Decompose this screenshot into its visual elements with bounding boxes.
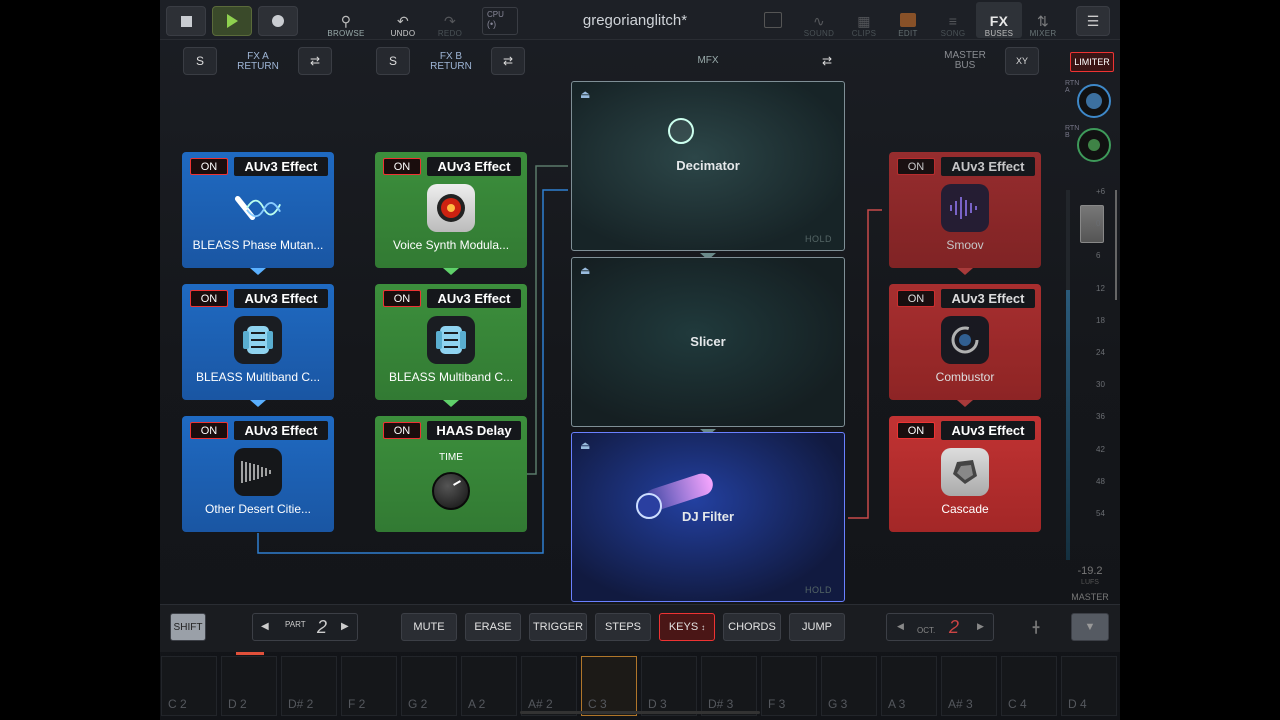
part-prev-button[interactable]: ◀ <box>261 621 269 632</box>
lufs-label: LUFS <box>1081 579 1099 586</box>
keys-button[interactable]: KEYS ↕ <box>659 613 715 641</box>
meter-tick: 18 <box>1096 315 1105 325</box>
mfx-slicer-pad[interactable]: ⏏ Slicer <box>571 257 845 427</box>
meter-tick: +6 <box>1096 187 1106 196</box>
master-slot-3[interactable]: ON AUv3 Effect Cascade <box>889 416 1041 532</box>
octave-label: OCT. <box>917 626 936 635</box>
piano-key[interactable]: D 3 <box>641 656 697 716</box>
on-toggle[interactable]: ON <box>897 158 935 175</box>
piano-key[interactable]: A# 3 <box>941 656 997 716</box>
hold-label[interactable]: HOLD <box>805 234 832 244</box>
piano-key[interactable]: G 2 <box>401 656 457 716</box>
piano-key[interactable]: D# 2 <box>281 656 337 716</box>
plug-icon: ⏏ <box>580 89 591 101</box>
plug-icon: ⏏ <box>580 440 591 452</box>
chords-button[interactable]: CHORDS <box>723 613 781 641</box>
plugin-name: Smoov <box>946 238 984 252</box>
piano-key[interactable]: C 4 <box>1001 656 1057 716</box>
master-meter <box>1066 190 1070 560</box>
lufs-value: -19.2 <box>1077 565 1103 577</box>
part-value: 2 <box>317 617 328 637</box>
piano-key[interactable]: C 3 <box>581 656 637 716</box>
hold-label[interactable]: HOLD <box>805 585 832 595</box>
combustor-icon <box>941 316 989 364</box>
cascade-icon <box>941 448 989 496</box>
effect-type[interactable]: AUv3 Effect <box>941 421 1035 440</box>
part-indicator <box>236 652 264 655</box>
octave-value: 2 <box>949 617 960 637</box>
piano-key[interactable]: D 2 <box>221 656 277 716</box>
meter-tick: 12 <box>1096 283 1105 293</box>
piano-key[interactable]: F 3 <box>761 656 817 716</box>
mfx-decimator-pad[interactable]: ⏏ Decimator HOLD <box>571 81 845 251</box>
octave-down-button[interactable]: ◀ <box>897 621 904 632</box>
master-label: MASTER <box>1071 592 1109 602</box>
fader-track <box>1115 190 1117 300</box>
keyboard-layout-icon[interactable]: ╋ <box>1018 613 1054 641</box>
meter-tick: 42 <box>1096 444 1105 454</box>
keyboard-scrollbar[interactable] <box>520 711 760 714</box>
on-toggle[interactable]: ON <box>897 290 935 307</box>
mute-button[interactable]: MUTE <box>401 613 457 641</box>
shift-button[interactable]: SHIFT <box>170 613 206 641</box>
chain-arrow <box>957 268 973 275</box>
effect-type[interactable]: AUv3 Effect <box>941 157 1035 176</box>
piano-key[interactable]: A 3 <box>881 656 937 716</box>
rtn-b-knob[interactable] <box>1077 128 1111 162</box>
piano-key[interactable]: G 3 <box>821 656 877 716</box>
mfx-dj-filter-pad[interactable]: ⏏ DJ Filter HOLD <box>571 432 845 602</box>
plugin-name: Combustor <box>935 370 995 384</box>
on-toggle[interactable]: ON <box>897 422 935 439</box>
mfx-name: Slicer <box>690 334 726 349</box>
plug-icon: ⏏ <box>580 265 591 277</box>
smoov-icon <box>941 184 989 232</box>
piano-key[interactable]: A# 2 <box>521 656 577 716</box>
plugin-name: Cascade <box>941 502 989 516</box>
jump-button[interactable]: JUMP <box>789 613 845 641</box>
meter-tick: 54 <box>1096 509 1105 518</box>
piano-key[interactable]: D# 3 <box>701 656 757 716</box>
octave-selector: ◀ OCT. 2 ▶ <box>886 613 994 641</box>
part-label: PART <box>285 620 306 629</box>
keys-options-icon: ↕ <box>701 622 706 632</box>
meter-tick: 6 <box>1096 251 1101 261</box>
erase-button[interactable]: ERASE <box>465 613 521 641</box>
piano-key[interactable]: F 2 <box>341 656 397 716</box>
steps-button[interactable]: STEPS <box>595 613 651 641</box>
piano-key[interactable]: D 4 <box>1061 656 1117 716</box>
piano-key[interactable]: C 2 <box>161 656 217 716</box>
chain-arrow <box>957 400 973 407</box>
trigger-button[interactable]: TRIGGER <box>529 613 587 641</box>
part-next-button[interactable]: ▶ <box>341 621 349 632</box>
piano-key[interactable]: A 2 <box>461 656 517 716</box>
mfx-name: DJ Filter <box>681 509 734 524</box>
meter-tick: 24 <box>1096 348 1105 357</box>
effect-type[interactable]: AUv3 Effect <box>941 289 1035 308</box>
master-slot-2[interactable]: ON AUv3 Effect Combustor <box>889 284 1041 400</box>
mfx-name: Decimator <box>676 158 740 173</box>
rtn-a-knob[interactable] <box>1077 84 1111 118</box>
app-window: ⚲ BROWSE ↶ UNDO ↷ REDO CPU (•) gregorian… <box>160 0 1120 720</box>
meter-tick: 30 <box>1096 380 1105 390</box>
meter-tick: 36 <box>1096 412 1105 422</box>
part-selector: ◀ PART 2 ▶ <box>252 613 358 641</box>
xy-handle[interactable] <box>668 118 694 144</box>
meter-tick: 48 <box>1096 476 1105 486</box>
collapse-keyboard-button[interactable]: ▼ <box>1071 613 1109 641</box>
chevron-down-icon: ▼ <box>1084 621 1096 633</box>
master-slot-1[interactable]: ON AUv3 Effect Smoov <box>889 152 1041 268</box>
meter-tick: 0 <box>1096 219 1101 229</box>
octave-up-button[interactable]: ▶ <box>977 621 984 632</box>
